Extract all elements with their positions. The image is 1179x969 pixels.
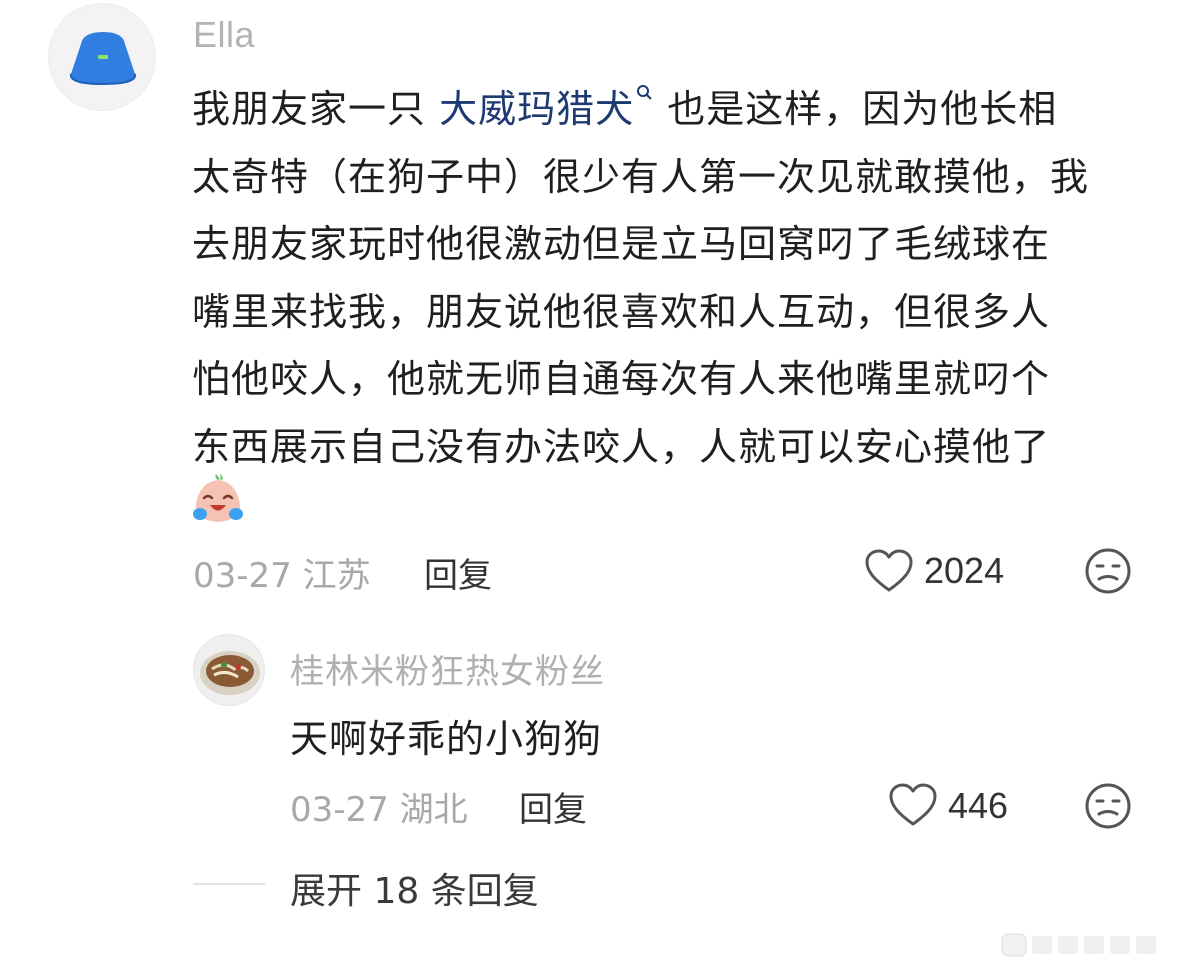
reply-text: 天啊好乖的小狗狗 — [290, 717, 603, 761]
search-icon — [637, 85, 652, 100]
expand-replies-button[interactable]: 展开 18 条回复 — [290, 862, 539, 914]
comment-line-3: 去朋友家玩时他很激动但是立马回窝叼了毛绒球在 — [192, 222, 1051, 266]
topic-link-label: 大威玛猎犬 — [439, 87, 635, 131]
comment-line-1: 我朋友家一只 大威玛猎犬 也是这样，因为他长相 — [192, 76, 1142, 144]
comment-line-6: 东西展示自己没有办法咬人，人就可以安心摸他了 — [192, 424, 1051, 469]
meh-face-icon[interactable] — [1083, 546, 1133, 596]
divider — [193, 883, 265, 885]
comment-line-5: 怕他咬人，他就无师自通每次有人来他嘴里就叼个 — [192, 357, 1051, 401]
topic-link[interactable]: 大威玛猎犬 — [439, 85, 654, 131]
reply-date-location: 03-27 湖北 — [290, 790, 468, 830]
avatar[interactable] — [193, 634, 265, 706]
avatar[interactable] — [48, 3, 156, 111]
comment-line-4: 嘴里来找我，朋友说他很喜欢和人互动，但很多人 — [192, 289, 1051, 334]
bucket-hat-icon — [69, 32, 137, 86]
reply-button[interactable]: 回复 — [424, 548, 492, 597]
watermark — [1000, 930, 1175, 960]
like-count: 446 — [948, 785, 1009, 826]
comment-text: 我朋友家一只 大威玛猎犬 也是这样，因为他长相 太奇特（在狗子中）很少有人第一次… — [192, 76, 1142, 481]
comment-date-location: 03-27 江苏 — [193, 556, 371, 596]
comment-line-2: 太奇特（在狗子中）很少有人第一次见就敢摸他，我 — [192, 154, 1090, 199]
meh-face-icon[interactable] — [1083, 781, 1133, 831]
comment-text-segment: 也是这样，因为他长相 — [654, 87, 1058, 131]
heart-icon[interactable] — [888, 782, 938, 828]
reply-button[interactable]: 回复 — [519, 782, 587, 831]
laugh-cry-emoji — [190, 470, 246, 526]
comment-username[interactable]: Ella — [193, 14, 255, 56]
comment-text-segment: 我朋友家一只 — [192, 87, 440, 131]
like-count: 2024 — [924, 550, 1005, 591]
reply-username[interactable]: 桂林米粉狂热女粉丝 — [290, 644, 605, 693]
heart-icon[interactable] — [864, 548, 914, 594]
rice-noodle-bowl-icon — [200, 651, 260, 695]
